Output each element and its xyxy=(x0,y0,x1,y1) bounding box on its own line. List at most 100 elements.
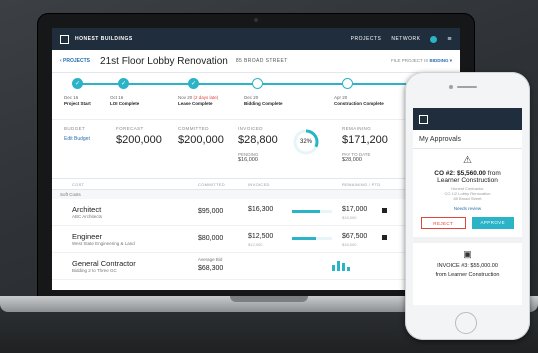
milestone-name: Project Start xyxy=(64,101,91,106)
approval-card: ⚠ CO #2: $5,560.00 from Learner Construc… xyxy=(421,155,514,229)
row-remaining: $17,000 xyxy=(342,206,368,213)
approval-from: from xyxy=(487,170,501,177)
invoice-card[interactable]: ▣ INVOICE #3: $55,000.00 from Learner Co… xyxy=(421,249,514,278)
kpi-remaining: REMAINING $171,200 PAY TO DATE $28,000 xyxy=(342,126,388,163)
row-committed: $80,000 xyxy=(198,235,224,242)
row-vendor: West State Engineering & Land xyxy=(72,241,135,246)
milestone-node-2[interactable]: ✓ xyxy=(118,78,129,89)
kpi-forecast-label: FORECAST xyxy=(116,126,144,131)
project-bar: ‹ PROJECTS 21st Floor Lobby Renovation 8… xyxy=(52,50,460,73)
cost-table-header: COST COMMITTED INVOICED REMAINING / PTD xyxy=(52,178,460,190)
row-average-bid-label: Average Bid xyxy=(198,257,223,262)
phone: My Approvals ⚠ CO #2: $5,560.00 from Lea… xyxy=(405,72,530,340)
kpi-forecast-value: $200,000 xyxy=(116,134,162,146)
project-status-label: FILE PROJECT IS xyxy=(391,58,429,63)
table-row[interactable]: General Contractor Bidding 2 to Three GC… xyxy=(52,253,460,280)
row-average-bid: $68,300 xyxy=(198,265,224,272)
flag-icon[interactable] xyxy=(382,235,387,240)
milestone-node-4[interactable] xyxy=(252,78,263,89)
col-committed[interactable]: COMMITTED xyxy=(198,182,225,187)
bid-distribution-chart xyxy=(332,261,350,271)
edit-budget-link[interactable]: Edit Budget xyxy=(64,136,90,142)
warning-icon: ⚠ xyxy=(463,155,472,166)
kpi-invoiced-value: $28,800 xyxy=(238,134,278,146)
milestone-node-5[interactable] xyxy=(342,78,353,89)
milestone-late-note: (2 days late) xyxy=(193,95,219,100)
milestone-date: Nov 20 xyxy=(178,95,193,100)
row-vendor: Bidding 2 to Three GC xyxy=(72,268,117,273)
project-title: 21st Floor Lobby Renovation xyxy=(100,55,228,67)
kpi-committed: COMMITTED $200,000 xyxy=(178,126,224,146)
approval-detail-3: 85 Broad Street xyxy=(453,196,482,201)
project-status-value[interactable]: BIDDING ▾ xyxy=(429,58,452,63)
milestone-node-1[interactable]: ✓ xyxy=(72,78,83,89)
kpi-invoiced: INVOICED $28,800 PENDING $16,000 xyxy=(238,126,278,163)
nav-network[interactable]: NETWORK xyxy=(391,36,420,42)
invoice-company: from Learner Construction xyxy=(435,272,500,278)
row-progress-bar xyxy=(292,210,332,213)
review-link[interactable]: Needs review xyxy=(421,206,514,211)
col-invoiced[interactable]: INVOICED xyxy=(248,182,270,187)
row-ptd: $18,000 xyxy=(342,215,357,220)
milestone-label: Dec 20 Bidding Complete xyxy=(244,95,283,107)
bid-bar xyxy=(347,267,350,271)
row-remaining: $67,500 xyxy=(342,233,368,240)
flag-icon[interactable] xyxy=(382,208,387,213)
back-to-projects-link[interactable]: ‹ PROJECTS xyxy=(60,58,90,64)
row-progress-bar xyxy=(292,237,332,240)
approval-title: CO #2: $5,560.00 from Learner Constructi… xyxy=(421,170,514,184)
phone-brand-logo-icon xyxy=(419,114,428,124)
donut-percent: 32% xyxy=(299,139,312,145)
row-progress-fill xyxy=(292,237,316,240)
milestone-date: Oct 16 xyxy=(110,95,124,100)
table-row[interactable]: Engineer West State Engineering & Land $… xyxy=(52,226,460,253)
kpi-budget-label: BUDGET xyxy=(64,126,86,131)
home-button[interactable] xyxy=(455,312,477,334)
avatar[interactable] xyxy=(430,35,438,43)
milestone-name: Lease Complete xyxy=(178,101,213,106)
phone-camera xyxy=(449,85,453,89)
kpi-remaining-label: REMAINING xyxy=(342,126,372,131)
reject-button[interactable]: REJECT xyxy=(421,217,466,229)
nav-projects[interactable]: PROJECTS xyxy=(351,36,382,42)
bid-bar xyxy=(337,261,340,271)
milestone-name: Bidding Complete xyxy=(244,101,283,106)
row-vendor: ABC Architects xyxy=(72,214,103,219)
phone-screen: My Approvals ⚠ CO #2: $5,560.00 from Lea… xyxy=(413,108,522,305)
menu-icon[interactable]: ≡ xyxy=(447,36,452,43)
row-committed: $95,000 xyxy=(198,208,224,215)
kpi-pending-value: $16,000 xyxy=(238,157,258,163)
cost-group-soft-costs[interactable]: Soft Costs xyxy=(52,190,460,199)
bid-bar xyxy=(332,265,335,271)
milestone-date: Dec 20 xyxy=(244,95,259,100)
table-row[interactable]: Architect ABC Architects $95,000 $16,300… xyxy=(52,199,460,226)
approvals-title: My Approvals xyxy=(413,130,522,149)
milestone-label: Apr 20 Construction Complete xyxy=(334,95,384,107)
bid-bar xyxy=(342,263,345,271)
invoice-title: INVOICE #3: $55,000.00 xyxy=(437,263,498,269)
scene: HONEST BUILDINGS PROJECTS NETWORK ≡ ‹ PR… xyxy=(0,0,538,353)
approval-actions: REJECT APPROVE xyxy=(421,217,514,229)
kpi-forecast: FORECAST $200,000 xyxy=(116,126,162,146)
row-name: Architect xyxy=(72,205,102,214)
kpi-committed-label: COMMITTED xyxy=(178,126,209,131)
brand-logo-icon xyxy=(60,34,69,44)
laptop-notch xyxy=(230,296,308,302)
milestone-node-3[interactable]: ✓ xyxy=(188,78,199,89)
row-ptd: $18,000 xyxy=(342,242,357,247)
project-status[interactable]: FILE PROJECT IS BIDDING ▾ xyxy=(391,58,452,64)
kpi-invoiced-label: INVOICED xyxy=(238,126,263,131)
row-name: General Contractor xyxy=(72,259,136,268)
col-cost[interactable]: COST xyxy=(72,182,84,187)
row-invoiced-sub: $12,000 xyxy=(248,242,263,247)
phone-speaker xyxy=(457,86,477,88)
phone-app-header xyxy=(413,108,522,130)
col-remaining[interactable]: REMAINING / PTD xyxy=(342,182,381,187)
kpi-budget: BUDGET Edit Budget xyxy=(64,126,90,142)
approve-button[interactable]: APPROVE xyxy=(471,217,514,229)
budget-summary: BUDGET Edit Budget FORECAST $200,000 COM… xyxy=(52,119,460,178)
kpi-ptd-value: $28,000 xyxy=(342,157,362,163)
row-progress-fill xyxy=(292,210,320,213)
milestone-date: Dec 16 xyxy=(64,95,79,100)
milestone-name: Construction Complete xyxy=(334,101,384,106)
